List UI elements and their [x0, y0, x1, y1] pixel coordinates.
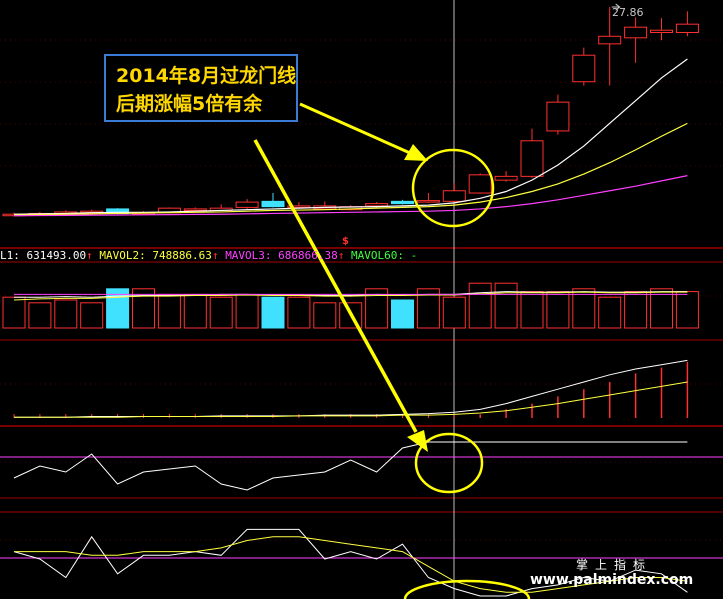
- indicator-line-yellow: [14, 381, 688, 418]
- candle-up: [572, 54, 596, 83]
- legend-mavol3: MAVOL3: 686866.38: [225, 249, 338, 262]
- volume-bar-up: [80, 302, 104, 329]
- volume-bar-down: [261, 296, 285, 329]
- volume-bar-up: [598, 296, 622, 329]
- watermark-url: www.palmindex.com: [530, 572, 694, 588]
- annotation-box: 2014年8月过龙门线 后期涨幅5倍有余: [104, 54, 298, 122]
- candle-up: [546, 101, 570, 132]
- volume-bar-up: [157, 293, 181, 329]
- legend-l1: L1: 631493.00: [0, 249, 87, 262]
- volume-bar-up: [675, 291, 699, 329]
- candle-up: [365, 203, 389, 207]
- candle-up: [494, 175, 518, 181]
- volume-bar-up: [28, 302, 52, 329]
- volume-bar-up: [520, 291, 544, 329]
- candle-up: [183, 208, 207, 211]
- annotation-line-2: 后期涨幅5倍有余: [116, 93, 263, 115]
- legend-mavol60: MAVOL60: -: [351, 249, 418, 262]
- candle-up: [235, 201, 259, 208]
- candle-up: [650, 29, 673, 33]
- ma-line-yellow: [13, 122, 688, 216]
- candle-down: [261, 200, 285, 208]
- volume-bar-up: [287, 296, 311, 329]
- pointer-arrow: [253, 139, 418, 433]
- max-price-label: 27.86: [612, 6, 644, 19]
- volume-bar-up: [235, 293, 259, 329]
- volume-bar-up: [442, 296, 466, 329]
- candle-up: [416, 200, 440, 203]
- volume-bar-down: [391, 299, 414, 329]
- legend-arrow-1: ↑: [86, 249, 93, 262]
- pointer-arrow: [299, 102, 411, 155]
- volume-bar-up: [313, 302, 337, 329]
- volume-bar-up: [183, 293, 207, 329]
- legend-arrow-2: ↑: [211, 249, 219, 262]
- legend-arrow-3: ↑: [337, 249, 345, 262]
- candle-up: [624, 26, 648, 39]
- legend-mavol2: MAVOL2: 748886.63: [99, 249, 212, 262]
- volume-bar-up: [494, 282, 518, 329]
- volume-bar-up: [209, 296, 233, 329]
- indicator-line-white: [14, 359, 688, 418]
- annotation-line-1: 2014年8月过龙门线: [116, 65, 297, 87]
- volume-bar-up: [2, 296, 26, 329]
- pointer-arrowhead: [407, 430, 428, 452]
- volume-bar-up: [546, 291, 570, 329]
- volume-bar-up: [468, 282, 492, 329]
- candle-up: [520, 140, 544, 177]
- candle-up: [598, 35, 622, 45]
- candle-up: [675, 23, 699, 33]
- stock-chart-screen: 27.86 $ 2014年8月过龙门线 后期涨幅5倍有余 L1: 631493.…: [0, 0, 723, 599]
- highlight-circle: [403, 579, 531, 599]
- signal-mark: $: [342, 236, 349, 247]
- watermark-chinese: 掌上指标: [576, 558, 653, 572]
- candle-up: [442, 190, 466, 202]
- volume-bar-up: [624, 291, 648, 329]
- oscillator-line-white: [13, 441, 688, 491]
- volume-bar-up: [54, 299, 78, 329]
- candle-down: [391, 200, 414, 205]
- candle-up: [468, 174, 492, 194]
- volume-legend: L1: 631493.00↑ MAVOL2: 748886.63↑ MAVOL3…: [0, 249, 417, 263]
